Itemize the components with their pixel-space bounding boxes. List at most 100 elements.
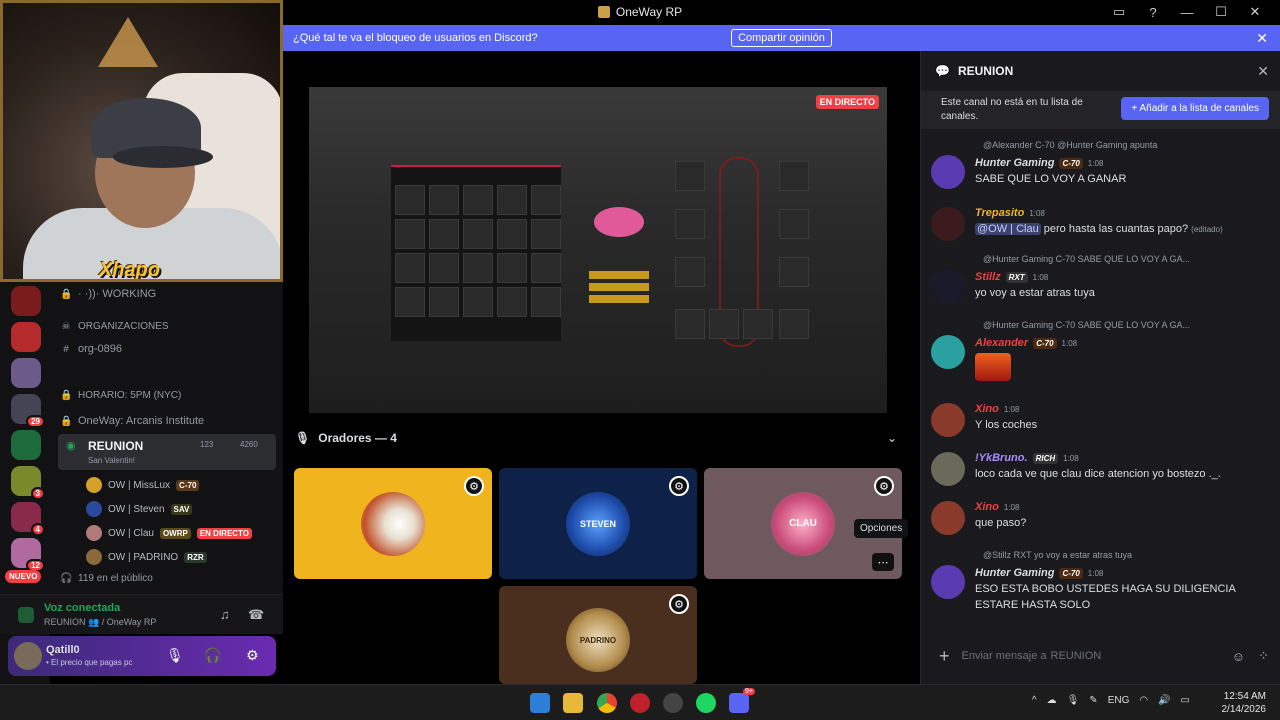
speaker-tile[interactable]: STEVEN ⚙ xyxy=(499,468,697,579)
voice-channel-reunion[interactable]: ◉ REUNION San Valentin! 123 4260 xyxy=(58,434,276,470)
channel-org[interactable]: # org-0896 xyxy=(60,343,122,355)
voice-location[interactable]: REUNION 👥 / OneWay RP xyxy=(44,617,156,628)
chevron-up-icon[interactable]: ^ xyxy=(1032,695,1037,706)
notice-text: Este canal no está en tu lista de canale… xyxy=(941,97,1083,122)
avatar xyxy=(931,269,965,303)
gear-icon[interactable]: ⚙ xyxy=(464,476,484,496)
gear-icon[interactable]: ⚙ xyxy=(874,476,894,496)
inbox-icon[interactable]: ▭ xyxy=(1102,4,1136,20)
lock-icon: 🔒 xyxy=(60,288,73,300)
soundboard-icon[interactable]: ♫ xyxy=(220,607,230,622)
avatar xyxy=(931,565,965,599)
gear-icon[interactable]: ⚙ xyxy=(669,594,689,614)
live-stream-view[interactable]: EN DIRECTO xyxy=(309,87,887,413)
close-icon[interactable]: ✕ xyxy=(1257,63,1269,80)
inventory-slot xyxy=(463,185,493,215)
server-icon[interactable]: 4 xyxy=(11,502,45,536)
server-icon[interactable] xyxy=(11,358,41,388)
emoji-icon[interactable]: ☺ xyxy=(1232,649,1245,664)
add-attachment-icon[interactable]: + xyxy=(939,646,950,667)
equipment-slot xyxy=(709,309,739,339)
equipment-slot xyxy=(779,257,809,287)
clock[interactable]: 12:54 AM 2/14/2026 xyxy=(1222,690,1267,716)
message-header: Xino 1:08 xyxy=(975,403,1020,415)
volume-icon[interactable]: 🔊 xyxy=(1158,695,1170,706)
server-icon[interactable]: 29 xyxy=(11,394,45,428)
equipment-slot xyxy=(743,309,773,339)
category-organizaciones[interactable]: ☠ ORGANIZACIONES xyxy=(60,321,169,332)
battery-icon[interactable]: ▭ xyxy=(1181,695,1190,706)
streamer-figure xyxy=(23,98,280,279)
avatar[interactable] xyxy=(14,642,42,670)
pen-icon[interactable]: ✎ xyxy=(1089,695,1097,706)
add-channel-button[interactable]: + Añadir a la lista de canales xyxy=(1121,97,1269,120)
listener-count: 4260 xyxy=(240,440,258,449)
maximize-button[interactable]: ☐ xyxy=(1204,4,1238,20)
inventory-slot xyxy=(497,253,527,283)
user-mention[interactable]: @OW | Clau xyxy=(975,223,1041,235)
channel-institute[interactable]: 🔒 OneWay: Arcanis Institute xyxy=(60,415,204,427)
share-feedback-button[interactable]: Compartir opinión xyxy=(731,29,832,47)
window-title-text: OneWay RP xyxy=(615,5,683,19)
clau-avatar: CLAU xyxy=(771,491,835,556)
speakers-header[interactable]: 🎙 Oradores — 4 ⌄ xyxy=(295,431,897,445)
inventory-slot xyxy=(429,253,459,283)
discord-icon[interactable]: 9+ xyxy=(729,688,755,713)
close-window-button[interactable]: ✕ xyxy=(1238,4,1272,20)
neon-triangle-decoration xyxy=(98,17,158,67)
server-icon[interactable] xyxy=(11,286,41,316)
microphone-icon[interactable]: 🎙 xyxy=(1067,695,1080,706)
more-options-icon[interactable]: ⋯ xyxy=(872,553,894,571)
message-input[interactable]: + Enviar mensaje a REUNION ☺ ⁘ xyxy=(931,641,1271,671)
server-icon[interactable]: 12 xyxy=(11,538,45,572)
server-icon[interactable]: 3 xyxy=(11,466,45,500)
public-audience[interactable]: 🎧 119 en el público xyxy=(60,573,153,584)
chrome-icon[interactable] xyxy=(597,693,617,713)
channel-horario[interactable]: 🔒 HORARIO: 5PM (NYC) xyxy=(60,390,181,401)
server-icon[interactable] xyxy=(11,322,41,352)
voice-user[interactable]: OW | Steven SAV xyxy=(86,501,193,517)
reply-preview: @Hunter Gaming C-70 SABE QUE LO VOY A GA… xyxy=(983,320,1191,330)
wifi-icon[interactable]: ◠ xyxy=(1139,695,1148,706)
channel-working[interactable]: 🔒 · ·))· WORKING xyxy=(60,288,156,300)
voice-channel-name: REUNION xyxy=(88,439,144,453)
cloud-icon[interactable]: ☁ xyxy=(1047,695,1057,706)
disconnect-icon[interactable]: ☎ xyxy=(248,607,264,623)
server-icon[interactable] xyxy=(11,430,41,460)
speaker-tile[interactable]: ⚙ xyxy=(294,468,492,579)
equipment-slot xyxy=(675,209,705,239)
app-icon[interactable] xyxy=(663,693,683,713)
equipment-slot xyxy=(779,209,809,239)
minimize-button[interactable]: — xyxy=(1170,5,1204,20)
mute-icon[interactable]: 🎙 xyxy=(166,647,184,664)
voice-connection-panel: Voz conectada REUNION 👥 / OneWay RP ♫ ☎ xyxy=(0,594,283,634)
skull-icon: ☠ xyxy=(61,321,71,332)
windows-start-icon[interactable] xyxy=(530,693,550,713)
live-badge: EN DIRECTO xyxy=(815,95,879,109)
stage-area: EN DIRECTO 🎙 Oradores — 4 ⌄ ⚙ STEVEN ⚙ C… xyxy=(283,51,920,684)
avatar xyxy=(86,477,102,493)
banner-close-icon[interactable]: ✕ xyxy=(1256,30,1268,47)
file-explorer-icon[interactable] xyxy=(563,693,583,713)
gear-icon[interactable]: ⚙ xyxy=(669,476,689,496)
language-indicator[interactable]: ENG xyxy=(1108,695,1130,706)
voice-user[interactable]: OW | PADRINO RZR xyxy=(86,549,207,565)
window-title: OneWay RP xyxy=(597,5,683,19)
settings-gear-icon[interactable]: ⚙ xyxy=(246,647,259,664)
apps-icon[interactable]: ⁘ xyxy=(1258,648,1269,664)
headphones-icon[interactable]: 🎧 xyxy=(204,647,221,664)
chat-header: 💬 REUNION ✕ xyxy=(921,51,1280,91)
inventory-slot xyxy=(497,219,527,249)
spotify-icon[interactable] xyxy=(696,693,716,713)
stream-count: 123 xyxy=(200,440,214,449)
game-button xyxy=(589,295,649,303)
help-icon[interactable]: ? xyxy=(1136,5,1170,20)
equipment-slot xyxy=(675,309,705,339)
app-icon[interactable] xyxy=(630,693,650,713)
chevron-down-icon[interactable]: ⌄ xyxy=(887,431,897,445)
speaker-tile[interactable]: PADRINO ⚙ xyxy=(499,586,697,684)
message-header: Stillz RXT 1:08 xyxy=(975,271,1049,283)
voice-user[interactable]: OW | Clau OWRP EN DIRECTO xyxy=(86,525,253,541)
username[interactable]: Qatill0 xyxy=(46,644,80,656)
voice-user[interactable]: OW | MissLux C-70 xyxy=(86,477,200,493)
